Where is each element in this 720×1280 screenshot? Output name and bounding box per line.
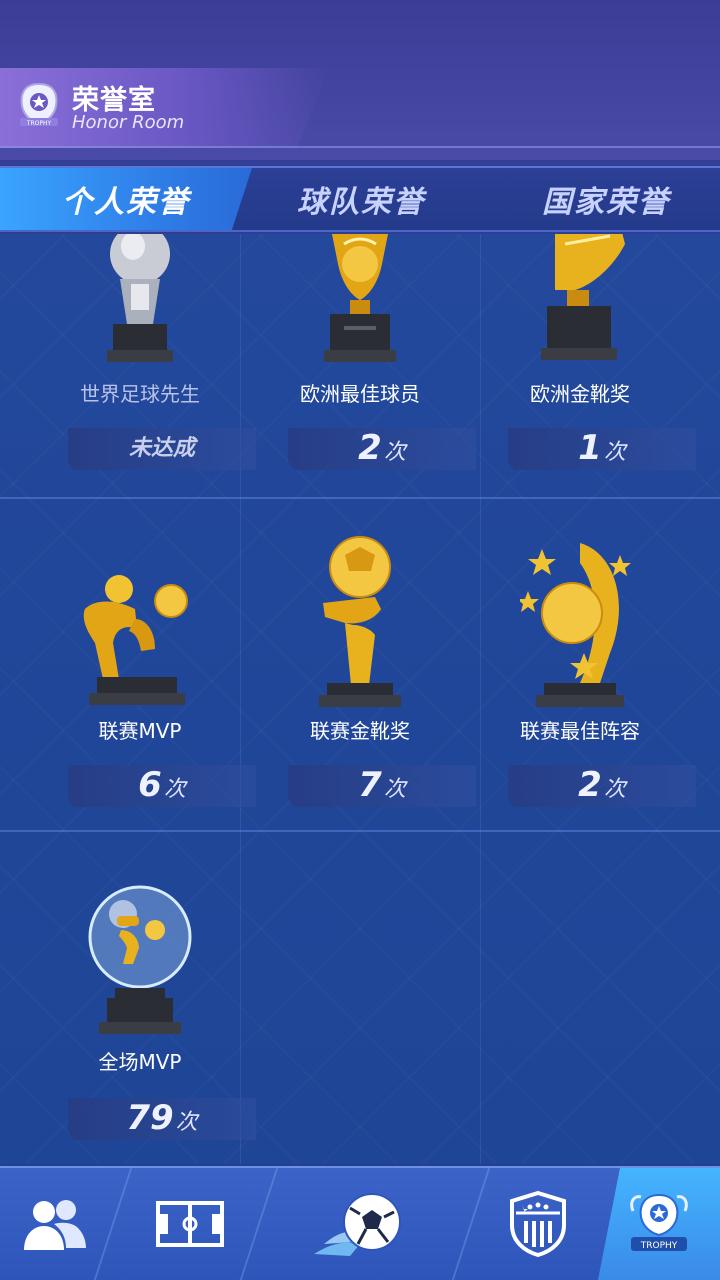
players-icon: [24, 1200, 86, 1250]
svg-text:TROPHY: TROPHY: [640, 1241, 678, 1251]
pitch-icon: [156, 1201, 224, 1247]
award-count: 1: [578, 428, 602, 468]
trophy-emblem-icon: TROPHY: [630, 1193, 688, 1251]
award-name: 联赛金靴奖: [310, 719, 410, 743]
award-card[interactable]: 联赛最佳阵容 2 次: [460, 499, 700, 832]
tab-national-honor[interactable]: 国家荣誉: [492, 168, 720, 230]
award-count-badge: 6 次: [68, 765, 256, 807]
honor-tabs: 个人荣誉 球队荣誉 国家荣誉: [0, 166, 720, 232]
tab-personal-honor[interactable]: 个人荣誉: [0, 168, 252, 230]
club-badge-icon: [510, 1191, 566, 1257]
svg-text:TROPHY: TROPHY: [26, 120, 52, 127]
award-count-unit: 次: [175, 1110, 198, 1135]
award-count: 6: [138, 765, 162, 805]
award-count-unit: 次: [383, 440, 406, 465]
award-count: 2: [358, 428, 382, 468]
honor-room-emblem-icon: TROPHY: [20, 82, 58, 127]
award-name: 世界足球先生: [80, 382, 200, 406]
nav-pitch[interactable]: [130, 1168, 250, 1280]
nav-trophy[interactable]: TROPHY: [598, 1168, 720, 1280]
award-card[interactable]: 世界足球先生 未达成: [20, 234, 260, 497]
bottom-nav: TROPHY: [0, 1166, 720, 1280]
award-status-badge: 未达成: [68, 428, 256, 470]
award-count: 79: [126, 1098, 174, 1138]
award-count-badge: 7 次: [288, 765, 476, 807]
league-boot-trophy-icon: [319, 536, 401, 707]
award-count: 7: [358, 765, 382, 805]
award-status: 未达成: [128, 436, 195, 461]
tab-team-honor[interactable]: 球队荣誉: [250, 168, 472, 230]
golden-ball-trophy-icon: [324, 234, 396, 362]
award-count-unit: 次: [163, 777, 186, 802]
award-name: 联赛最佳阵容: [520, 719, 640, 743]
award-count-badge: 1 次: [508, 428, 696, 470]
award-count-badge: 79 次: [68, 1098, 256, 1140]
page-subtitle: Honor Room: [72, 112, 185, 133]
award-count-unit: 次: [603, 440, 626, 465]
award-card[interactable]: 欧洲最佳球员 2 次: [240, 234, 480, 497]
award-name: 欧洲金靴奖: [530, 382, 630, 406]
award-count: 2: [578, 765, 602, 805]
golden-boot-icon: [541, 234, 625, 360]
award-card[interactable]: 联赛MVP 6 次: [20, 499, 260, 832]
award-card[interactable]: 联赛金靴奖 7 次: [240, 499, 480, 832]
award-name: 联赛MVP: [98, 719, 182, 743]
nav-club[interactable]: [478, 1168, 598, 1280]
match-mvp-trophy-icon: [88, 885, 192, 1034]
award-card[interactable]: 欧洲金靴奖 1 次: [460, 234, 700, 497]
award-name: 全场MVP: [98, 1050, 182, 1074]
best-team-trophy-icon: [520, 543, 631, 707]
award-card[interactable]: 全场MVP 79 次: [20, 832, 260, 1164]
award-count-unit: 次: [383, 777, 406, 802]
nav-players[interactable]: [0, 1168, 110, 1280]
silver-trophy-icon: [107, 234, 173, 362]
award-name: 欧洲最佳球员: [300, 382, 420, 406]
mvp-trophy-icon: [83, 575, 188, 705]
awards-grid: 世界足球先生 未达成 欧洲最佳球员 2 次 欧洲金靴奖 1 次 联赛MVP 6 …: [0, 234, 720, 1164]
award-count-badge: 2 次: [508, 765, 696, 807]
nav-match[interactable]: [300, 1168, 420, 1280]
award-count-unit: 次: [603, 777, 626, 802]
award-count-badge: 2 次: [288, 428, 476, 470]
header-divider: [0, 146, 720, 148]
football-icon: [314, 1193, 401, 1256]
